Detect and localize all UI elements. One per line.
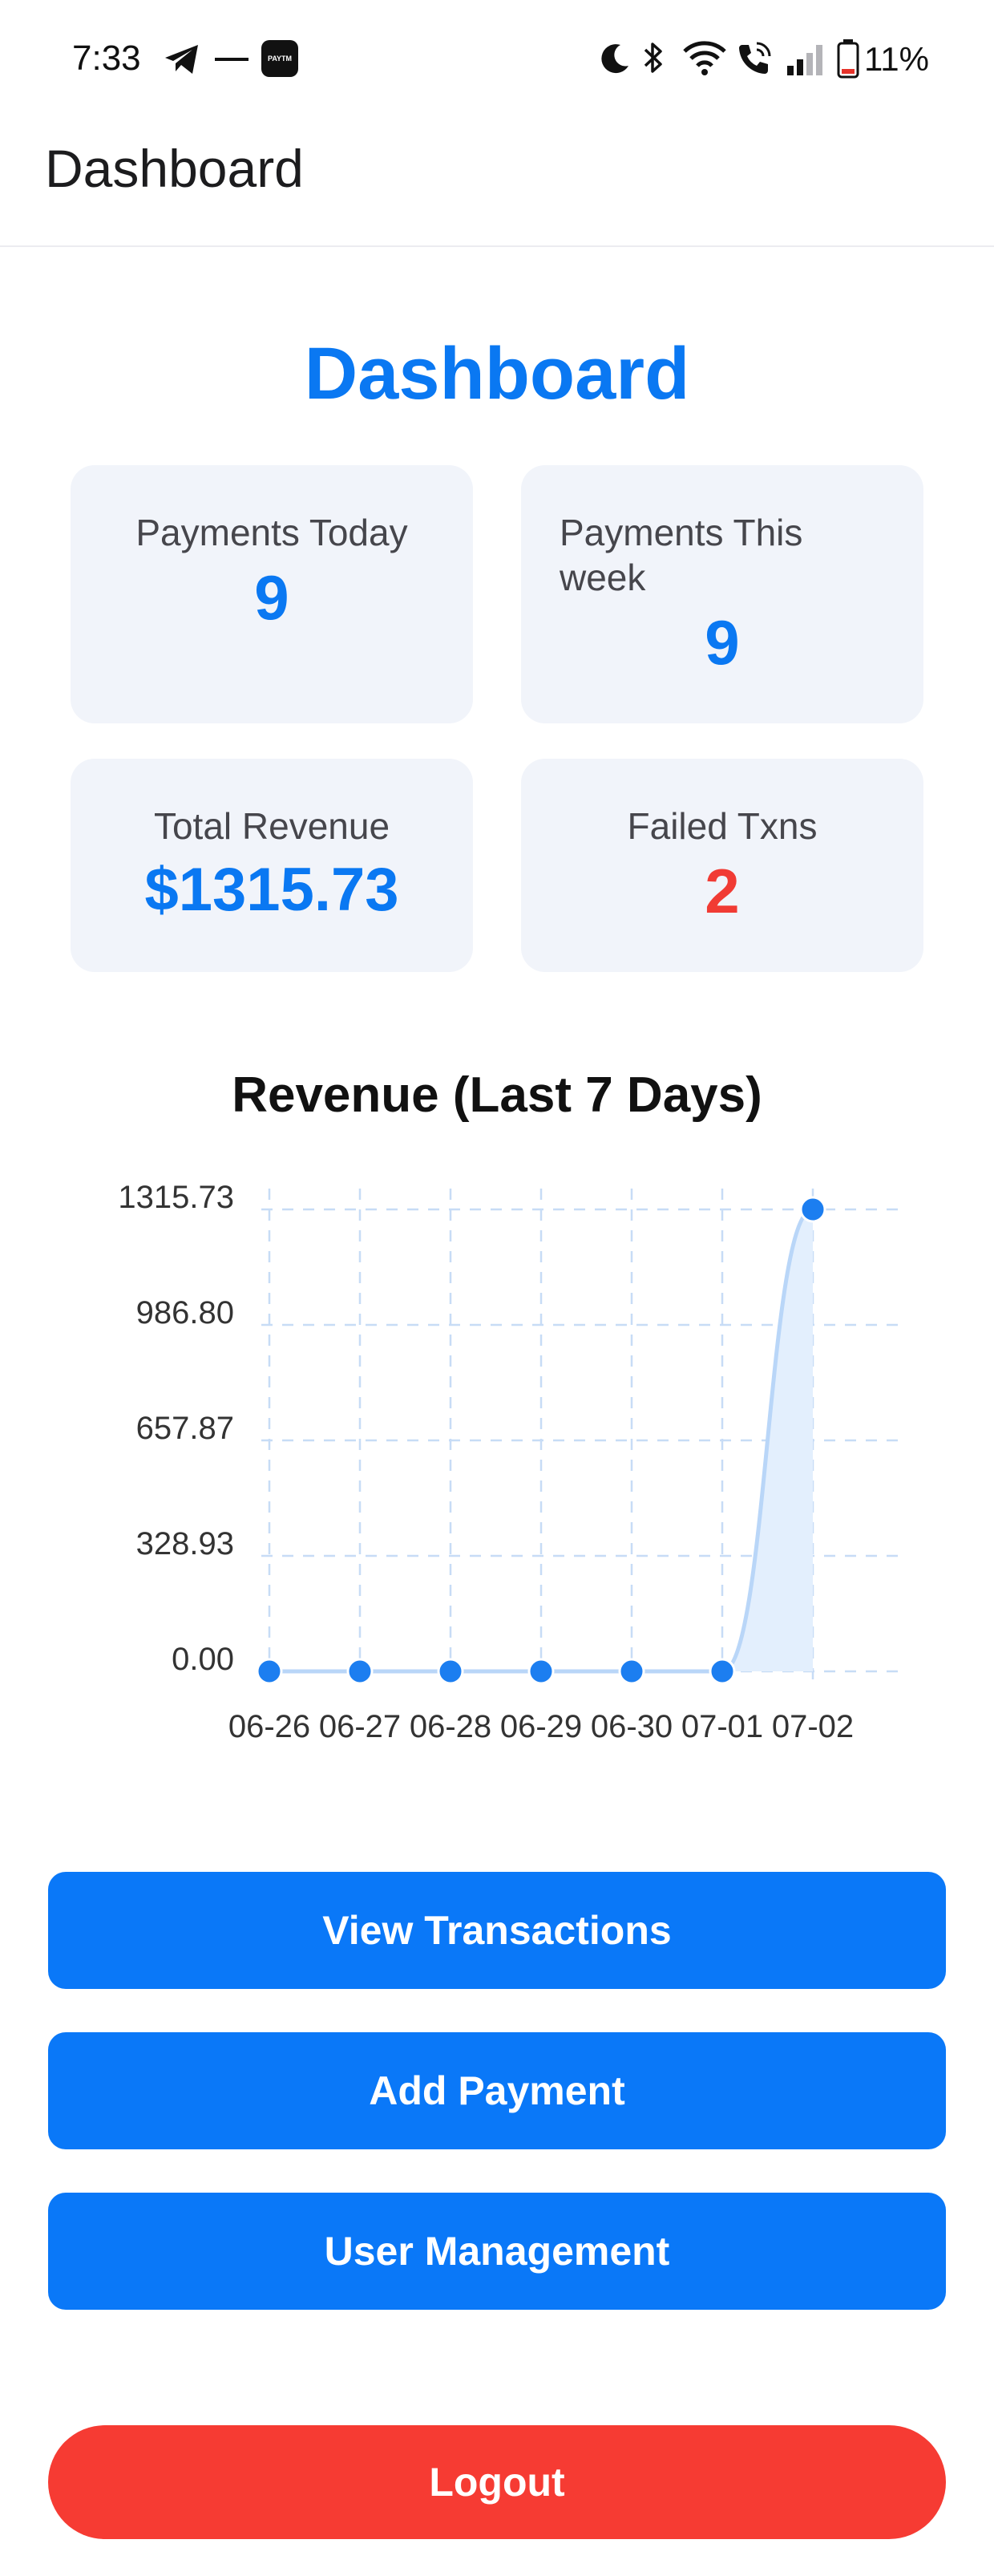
signal-icon	[787, 45, 822, 75]
wifi-calling-icon	[739, 42, 771, 74]
status-time: 7:33	[72, 38, 141, 78]
y-tick-label: 1315.73	[118, 1180, 234, 1215]
card-label: Payments This week	[560, 512, 803, 598]
x-tick-label: 06-29	[500, 1709, 582, 1744]
battery-icon	[837, 39, 859, 79]
univest-icon	[213, 56, 250, 63]
x-tick-label: 06-27	[319, 1709, 401, 1744]
revenue-chart: 0.00 328.93 657.87 986.80 1315.73 06-26 06-27 0…	[80, 1067, 914, 1764]
y-tick-label: 328.93	[136, 1526, 234, 1561]
status-bar: 7:33 PAYTM 11%	[0, 0, 994, 120]
y-tick-label: 986.80	[136, 1295, 234, 1331]
paytm-icon: PAYTM	[261, 40, 298, 77]
x-tick-label: 07-01	[681, 1709, 763, 1744]
telegram-icon	[165, 45, 198, 74]
wifi-icon	[683, 41, 726, 75]
logout-button[interactable]: Logout	[48, 2425, 946, 2539]
revenue-chart-svg: 0.00 328.93 657.87 986.80 1315.73 06-26 06-27 0…	[118, 1180, 906, 1744]
data-point	[709, 1658, 736, 1685]
card-payments-today: Payments Today 9	[71, 465, 473, 723]
y-tick-label: 657.87	[136, 1411, 234, 1446]
data-point	[346, 1658, 374, 1685]
y-tick-label: 0.00	[172, 1642, 234, 1677]
page-title: Dashboard	[304, 333, 690, 415]
card-label: Payments Today	[135, 512, 408, 553]
data-point	[618, 1658, 645, 1685]
card-label: Failed Txns	[627, 805, 818, 847]
chart-title: Revenue (Last 7 Days)	[232, 1067, 762, 1123]
app-bar: Dashboard	[0, 120, 994, 247]
view-transactions-button[interactable]: View Transactions	[48, 1872, 946, 1989]
data-point	[527, 1658, 555, 1685]
user-management-button[interactable]: User Management	[48, 2193, 946, 2310]
x-tick-label: 06-28	[410, 1709, 491, 1744]
x-tick-label: 07-02	[772, 1709, 854, 1744]
moon-icon	[601, 44, 628, 74]
card-value: $1315.73	[144, 856, 399, 924]
paytm-label: PAYTM	[267, 55, 292, 63]
card-payments-week: Payments This week 9	[521, 465, 923, 723]
app-bar-title: Dashboard	[45, 139, 304, 198]
battery-percent: 11%	[864, 40, 929, 78]
card-failed-txns: Failed Txns 2	[521, 759, 923, 972]
x-tick-label: 06-30	[591, 1709, 673, 1744]
x-tick-label: 06-26	[228, 1709, 310, 1744]
data-point	[799, 1196, 826, 1223]
data-point	[437, 1658, 464, 1685]
bluetooth-icon	[644, 43, 662, 73]
card-value: 9	[705, 607, 740, 678]
card-value: 9	[254, 562, 289, 633]
card-total-revenue: Total Revenue $1315.73	[71, 759, 473, 972]
card-label: Total Revenue	[153, 805, 390, 847]
data-point	[256, 1658, 283, 1685]
card-value: 2	[705, 856, 740, 926]
add-payment-button[interactable]: Add Payment	[48, 2032, 946, 2149]
